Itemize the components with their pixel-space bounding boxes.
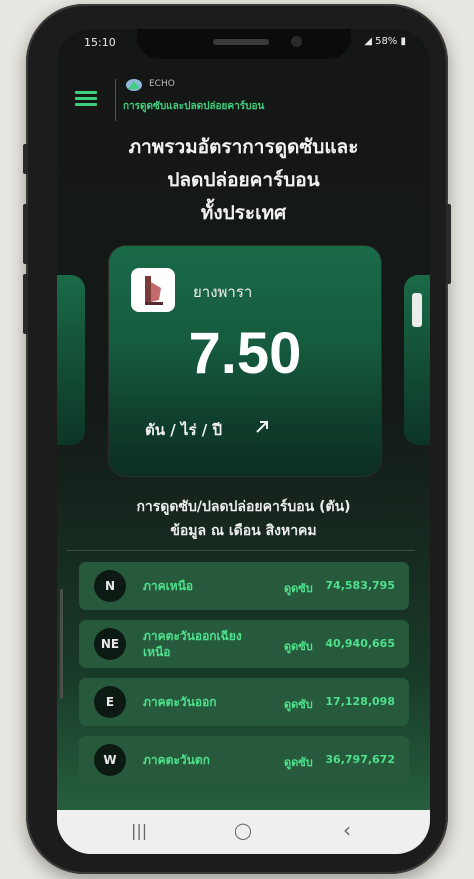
page-title-line-3: ทั้งประเทศ — [200, 202, 287, 224]
carousel-next-card[interactable] — [404, 275, 430, 445]
region-code-badge: NE — [94, 628, 126, 660]
region-name: ภาคเหนือ — [143, 579, 194, 593]
region-row-east[interactable]: E ภาคตะวันออก ดูดซับ 17,128,098 — [79, 678, 409, 726]
arrow-up-right-icon[interactable] — [255, 420, 269, 434]
rubber-tree-icon — [131, 268, 175, 312]
app-subtitle: การดูดซับและปลดปล่อยคาร์บอน — [123, 101, 265, 112]
page-title: ภาพรวมอัตราการดูดซับและ ปลดปล่อยคาร์บอน … — [57, 131, 430, 230]
camera-notch — [137, 29, 351, 59]
crop-carbon-card[interactable]: ยางพารา 7.50 ตัน / ไร่ / ปี — [108, 245, 382, 477]
region-name: ภาคตะวันตก — [143, 753, 210, 767]
volume-up-button — [23, 144, 28, 174]
region-metric-value: 40,940,665 — [325, 637, 395, 650]
region-code-badge: E — [94, 686, 126, 718]
app-screen: 15:10 ◢ 58% ▮ ECHO การดูดซับและปลดปล่อยค… — [57, 29, 430, 854]
section-title: การดูดซับ/ปลดปล่อยคาร์บอน (ตัน) ข้อมูล ณ… — [57, 495, 430, 543]
android-nav-bar: ||| ◯ ‹ — [57, 810, 430, 854]
section-title-line-2: ข้อมูล ณ เดือน สิงหาคม — [170, 523, 317, 539]
back-button[interactable]: ‹ — [343, 818, 351, 842]
camera-icon — [291, 36, 302, 47]
region-metric-label: ดูดซับ — [284, 582, 313, 595]
section-divider — [67, 550, 415, 551]
region-metric-label: ดูดซับ — [284, 640, 313, 653]
region-code-badge: W — [94, 744, 126, 776]
battery-percent: 58% — [375, 36, 398, 47]
power-button — [446, 204, 451, 284]
region-name: ภาคตะวันออกเฉียงเหนือ — [143, 629, 242, 659]
carbon-rate-value: 7.50 — [188, 321, 302, 386]
region-metric-value: 74,583,795 — [325, 579, 395, 592]
section-title-line-1: การดูดซับ/ปลดปล่อยคาร์บอน (ตัน) — [136, 499, 351, 515]
region-metric-label: ดูดซับ — [284, 756, 313, 769]
region-row-north[interactable]: N ภาคเหนือ ดูดซับ 74,583,795 — [79, 562, 409, 610]
region-list: N ภาคเหนือ ดูดซับ 74,583,795 NE ภาคตะวัน… — [79, 562, 409, 794]
crop-name: ยางพารา — [193, 283, 253, 301]
brand-name: ECHO — [149, 79, 175, 89]
region-metric-value: 17,128,098 — [325, 695, 395, 708]
brand-logo-icon — [126, 79, 142, 91]
region-row-west[interactable]: W ภาคตะวันตก ดูดซับ 36,797,672 — [79, 736, 409, 784]
home-button[interactable]: ◯ — [234, 821, 252, 840]
region-row-northeast[interactable]: NE ภาคตะวันออกเฉียงเหนือ ดูดซับ 40,940,6… — [79, 620, 409, 668]
page-title-line-1: ภาพรวมอัตราการดูดซับและ — [128, 136, 359, 158]
header-divider — [115, 79, 116, 121]
carousel-prev-card[interactable] — [57, 275, 85, 445]
hamburger-menu-icon[interactable] — [75, 91, 97, 107]
region-metric-value: 36,797,672 — [325, 753, 395, 766]
bixby-button — [23, 274, 28, 334]
speaker-icon — [213, 39, 269, 45]
status-time: 15:10 — [84, 36, 116, 49]
region-name: ภาคตะวันออก — [143, 695, 217, 709]
recent-apps-button[interactable]: ||| — [131, 821, 147, 840]
region-code-badge: N — [94, 570, 126, 602]
app-header: ECHO การดูดซับและปลดปล่อยคาร์บอน — [57, 79, 430, 133]
page-title-line-2: ปลดปล่อยคาร์บอน — [167, 169, 320, 191]
region-metric-label: ดูดซับ — [284, 698, 313, 711]
scrollbar[interactable] — [60, 589, 63, 699]
battery-indicator: ◢ 58% ▮ — [364, 36, 406, 47]
volume-down-button — [23, 204, 28, 264]
carbon-rate-unit: ตัน / ไร่ / ปี — [145, 421, 222, 439]
